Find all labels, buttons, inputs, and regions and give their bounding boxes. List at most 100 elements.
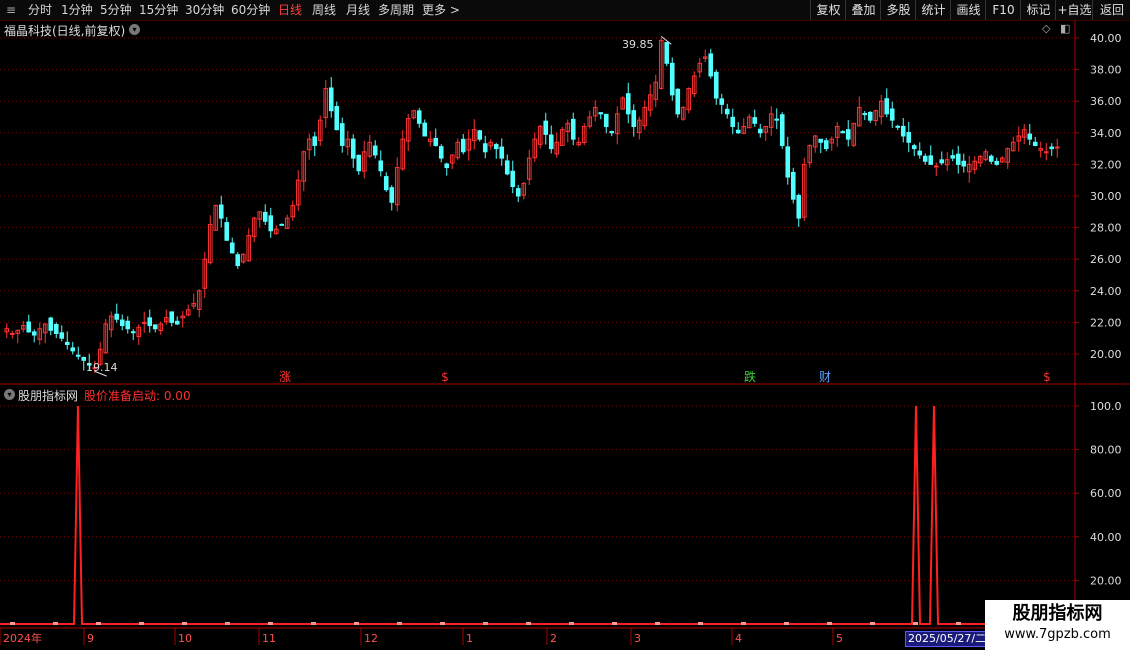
indicator-dot <box>225 622 230 625</box>
indicator-axis-tick: 60.00 <box>1090 487 1122 500</box>
candle-body <box>735 129 741 134</box>
candle-body <box>757 128 763 134</box>
indicator-value-label: 股价准备启动: 0.00 <box>84 389 191 403</box>
date-axis-tick: 5 <box>836 632 843 645</box>
candle-body <box>961 160 967 167</box>
candle-body <box>823 140 829 150</box>
candle-body <box>911 145 917 150</box>
candle-body <box>169 311 175 323</box>
candle-body <box>845 129 851 140</box>
cursor-date-box: 2025/05/27/二 <box>905 631 990 647</box>
indicator-axis-tick: 100.0 <box>1090 400 1122 413</box>
candle-body <box>482 143 488 153</box>
event-marker[interactable]: 跌 <box>744 369 756 384</box>
high-price-label: 39.85 <box>622 38 654 51</box>
candle-body <box>152 324 158 330</box>
candle-body <box>515 188 521 197</box>
date-axis-tick: 2024年 <box>3 631 42 645</box>
watermark-title: 股朋指标网 <box>1012 603 1103 624</box>
candle-body <box>499 146 505 159</box>
event-marker[interactable]: 涨 <box>279 369 291 384</box>
candle-body <box>81 356 87 361</box>
candle-body <box>510 170 516 188</box>
date-axis-tick: 4 <box>735 632 742 645</box>
candle-body <box>719 98 725 105</box>
candle-body <box>900 125 906 137</box>
candle-body <box>389 187 395 203</box>
candle-body <box>9 332 15 335</box>
candle-body <box>383 176 389 191</box>
candle-body <box>350 138 356 159</box>
indicator-dot <box>913 622 918 625</box>
event-marker[interactable]: 财 <box>819 370 831 384</box>
price-axis-tick: 38.00 <box>1090 64 1122 77</box>
candle-body <box>724 108 730 115</box>
candle-body <box>339 123 345 146</box>
indicator-dot <box>311 622 316 625</box>
candle-body <box>840 131 846 134</box>
date-axis-tick: 2 <box>550 632 557 645</box>
date-axis-tick: 12 <box>364 632 378 645</box>
date-axis-tick: 3 <box>634 632 641 645</box>
candle-body <box>906 132 912 143</box>
candle-body <box>631 110 637 127</box>
indicator-dot <box>569 622 574 625</box>
candle-body <box>1054 146 1060 149</box>
candle-body <box>378 160 384 172</box>
indicator-dot <box>440 622 445 625</box>
price-axis-tick: 26.00 <box>1090 253 1122 266</box>
candle-body <box>988 155 994 162</box>
candle-body <box>548 134 554 150</box>
candle-body <box>433 137 439 146</box>
candle-body <box>785 146 791 178</box>
watermark-url: www.7gpzb.com <box>1004 627 1111 642</box>
candle-body <box>1027 133 1033 140</box>
candle-body <box>59 332 65 339</box>
price-axis-tick: 20.00 <box>1090 348 1122 361</box>
indicator-dot <box>483 622 488 625</box>
indicator-axis-tick: 80.00 <box>1090 444 1122 457</box>
indicator-series: 100.080.0060.0040.0020.002024年 9 10 11 12 1 2 3… <box>0 400 1122 645</box>
price-axis-tick: 34.00 <box>1090 127 1122 140</box>
candle-body <box>334 106 340 131</box>
candle-body <box>224 222 230 241</box>
indicator-dot <box>698 622 703 625</box>
candle-body <box>1049 146 1055 150</box>
candle-body <box>862 113 868 116</box>
candle-body <box>675 88 681 115</box>
indicator-dot <box>268 622 273 625</box>
candle-body <box>229 242 235 254</box>
candle-body <box>125 320 131 330</box>
date-axis-tick: 9 <box>87 632 94 645</box>
candle-body <box>664 42 670 64</box>
indicator-dot <box>956 622 961 625</box>
event-marker[interactable]: $ <box>441 370 449 384</box>
candle-body <box>917 150 923 156</box>
event-markers: 涨 $ 跌 财 $ <box>279 369 1051 384</box>
candle-body <box>64 341 70 346</box>
candle-body <box>994 160 1000 165</box>
indicator-menu-icon[interactable]: ▾ <box>4 389 15 400</box>
indicator-line <box>0 405 1075 625</box>
price-axis-tick: 32.00 <box>1090 158 1122 171</box>
candle-body <box>779 114 785 146</box>
indicator-dot <box>354 622 359 625</box>
price-axis-tick: 40.00 <box>1090 32 1122 45</box>
candle-body <box>174 320 180 325</box>
candle-body <box>1032 141 1038 146</box>
candle-body <box>955 153 961 165</box>
indicator-dot <box>397 622 402 625</box>
candle-body <box>130 331 136 334</box>
indicator-dot <box>870 622 875 625</box>
candle-body <box>416 110 422 124</box>
candle-body <box>669 62 675 96</box>
candle-body <box>752 117 758 124</box>
candle-body <box>218 204 224 219</box>
candle-body <box>70 347 76 352</box>
chart-canvas[interactable]: 40.00 38.00 36.00 34.00 32.00 30.00 28.00 26.00… <box>0 0 1130 650</box>
indicator-dot <box>827 622 832 625</box>
indicator-axis-tick: 20.00 <box>1090 574 1122 587</box>
candle-body <box>625 93 631 115</box>
candlestick-series <box>4 36 1060 377</box>
event-marker[interactable]: $ <box>1043 370 1051 384</box>
